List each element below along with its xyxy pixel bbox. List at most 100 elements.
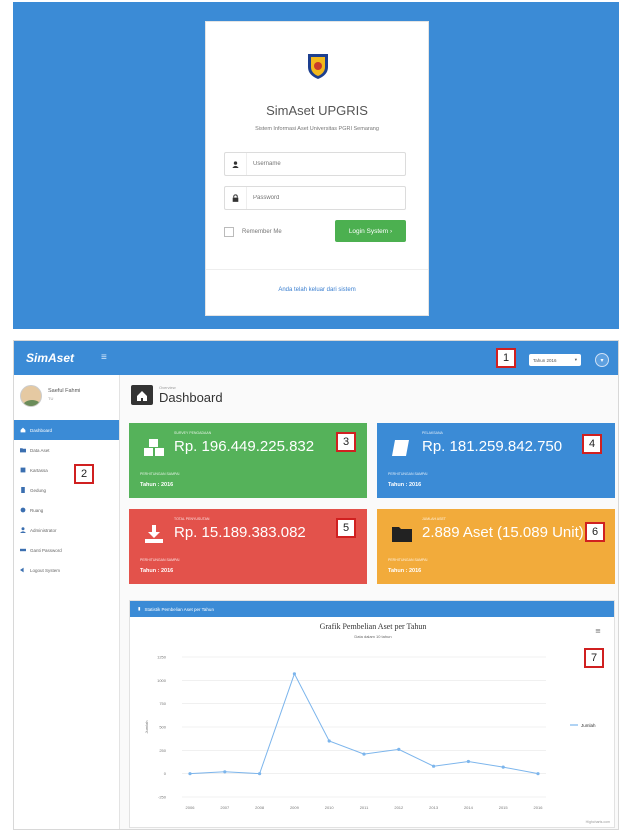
data-point xyxy=(327,739,331,743)
stat-label: PELAKSANA xyxy=(422,431,443,435)
remember-label: Remember Me xyxy=(242,229,282,235)
avatar xyxy=(20,385,42,407)
divider xyxy=(206,269,428,270)
x-tick-label: 2006 xyxy=(186,805,196,810)
sidebar-item-ruang[interactable]: Ruang xyxy=(14,500,119,520)
stat-year: Tahun : 2016 xyxy=(388,482,422,488)
login-card: SimAset UPGRIS Sistem Informasi Aset Uni… xyxy=(205,21,429,316)
sidebar-item-data-aset[interactable]: Data Aset xyxy=(14,440,119,460)
chart-subtitle: Data dalam 10 tahun xyxy=(354,634,391,639)
stat-year: Tahun : 2016 xyxy=(140,568,174,574)
data-point xyxy=(397,747,401,751)
menu-toggle-icon[interactable]: ≡ xyxy=(101,352,107,363)
stat-year: Tahun : 2016 xyxy=(140,482,174,488)
folder-icon xyxy=(392,527,412,542)
y-tick-label: 0 xyxy=(164,771,167,776)
sidebar-item-label: Dashboard xyxy=(30,427,53,433)
chart-menu-icon: ≡ xyxy=(595,627,601,635)
sidebar-item-gedung[interactable]: Gedung xyxy=(14,480,119,500)
sidebar-item-dashboard[interactable]: Dashboard xyxy=(14,420,119,440)
stat-value: 2.889 Aset (15.089 Unit) xyxy=(422,524,584,541)
x-tick-label: 2008 xyxy=(255,805,265,810)
stat-card-penyusutan: TOTAL PENYUSUTAN Rp. 15.189.383.082 PERH… xyxy=(129,509,367,584)
sidebar-item-label: Ruang xyxy=(30,507,44,513)
stat-sub: PERHITUNGAN SAMPAI xyxy=(388,472,428,476)
sidebar-item-administrator[interactable]: Administrator xyxy=(14,520,119,540)
lock-icon xyxy=(225,187,247,209)
logout-message-link[interactable]: Anda telah keluar dari sistem xyxy=(206,287,428,293)
chart-panel-header: ▮ Statistik Pembelian Aset per Tahun xyxy=(130,601,614,617)
password-field[interactable] xyxy=(224,186,406,210)
year-select[interactable]: Tahun 2016 ▾ xyxy=(529,354,581,366)
home-icon xyxy=(131,385,153,405)
chart-area: Grafik Pembelian Aset per Tahun Data dala… xyxy=(130,617,616,829)
remember-checkbox[interactable] xyxy=(224,227,234,237)
x-tick-label: 2014 xyxy=(464,805,474,810)
cubes-icon xyxy=(144,439,164,456)
login-screen: SimAset UPGRIS Sistem Informasi Aset Uni… xyxy=(13,2,619,329)
page-title: Dashboard xyxy=(159,390,223,405)
x-tick-label: 2012 xyxy=(394,805,404,810)
login-button[interactable]: Login System › xyxy=(335,220,406,242)
data-point xyxy=(501,765,505,769)
folder-icon xyxy=(20,448,26,453)
y-tick-label: 1000 xyxy=(157,678,167,683)
callout-6: 6 xyxy=(585,522,605,542)
password-input[interactable] xyxy=(247,195,397,201)
x-tick-label: 2015 xyxy=(499,805,509,810)
sidebar-item-label: Logout System xyxy=(30,567,61,573)
sidebar-item-label: Data Aset xyxy=(30,447,50,453)
x-tick-label: 2007 xyxy=(220,805,230,810)
stat-value: Rp. 181.259.842.750 xyxy=(422,438,563,455)
stat-value: Rp. 196.449.225.832 xyxy=(174,438,315,455)
list-icon xyxy=(20,467,26,473)
stat-sub: PERHITUNGAN SAMPAI xyxy=(140,558,180,562)
x-tick-label: 2013 xyxy=(429,805,439,810)
remember-me[interactable]: Remember Me xyxy=(224,227,282,237)
chart-panel-title: Statistik Pembelian Aset per Tahun xyxy=(144,606,214,612)
brand-logo[interactable]: SimAset xyxy=(26,351,74,365)
stat-card-pelaksana: PELAKSANA Rp. 181.259.842.750 PERHITUNGA… xyxy=(377,423,615,498)
stat-label: SURVEY PENGADAAN xyxy=(174,431,212,435)
profile-role: TU xyxy=(48,396,54,401)
callout-7: 7 xyxy=(584,648,604,668)
top-navbar: SimAset ≡ Tahun 2016 ▾ ▾ xyxy=(14,341,618,375)
username-input[interactable] xyxy=(247,161,397,167)
sidebar-item-label: Gedung xyxy=(30,487,47,493)
building-icon xyxy=(21,487,25,493)
year-select-value: Tahun 2016 xyxy=(533,357,557,363)
sidebar-item-label: Ganti Password xyxy=(30,547,62,553)
callout-3: 3 xyxy=(336,432,356,452)
callout-2: 2 xyxy=(74,464,94,484)
legend-label: Jumlah xyxy=(581,723,596,728)
x-tick-label: 2009 xyxy=(290,805,300,810)
chart-credit: Highcharts.com xyxy=(586,820,610,824)
stat-label: JUMLAH ASET xyxy=(422,517,446,521)
y-tick-label: 1250 xyxy=(157,655,167,660)
user-profile: Saeful Fahmi TU xyxy=(20,385,80,407)
sidebar-item-logout[interactable]: Logout System xyxy=(14,560,119,580)
y-tick-label: -250 xyxy=(158,795,167,800)
data-point xyxy=(223,770,227,774)
sidebar-item-label: Kartassa xyxy=(30,467,48,473)
data-point xyxy=(432,764,436,768)
sidebar-item-label: Administrator xyxy=(30,527,57,533)
callout-4: 4 xyxy=(582,434,602,454)
app-subtitle: Sistem Informasi Aset Universitas PGRI S… xyxy=(255,126,379,132)
chart-title: Grafik Pembelian Aset per Tahun xyxy=(320,622,427,631)
y-tick-label: 750 xyxy=(159,701,166,706)
x-tick-label: 2011 xyxy=(360,805,369,810)
data-point xyxy=(188,772,192,776)
user-menu-icon[interactable]: ▾ xyxy=(595,353,609,367)
sidebar: Saeful Fahmi TU Dashboard Data Aset Kart… xyxy=(14,375,120,829)
sidebar-item-ganti-password[interactable]: Ganti Password xyxy=(14,540,119,560)
main-content: Overview Dashboard SURVEY PENGADAAN Rp. … xyxy=(120,375,618,829)
sidebar-nav: Dashboard Data Aset Kartassa Gedung Ruan… xyxy=(14,420,119,580)
app-title: SimAset UPGRIS xyxy=(266,103,368,118)
data-point xyxy=(292,672,296,676)
data-point xyxy=(258,772,262,776)
stat-label: TOTAL PENYUSUTAN xyxy=(174,517,210,521)
line-chart: Grafik Pembelian Aset per Tahun Data dala… xyxy=(144,622,610,824)
sidebar-item-kartassa[interactable]: Kartassa xyxy=(14,460,119,480)
username-field[interactable] xyxy=(224,152,406,176)
